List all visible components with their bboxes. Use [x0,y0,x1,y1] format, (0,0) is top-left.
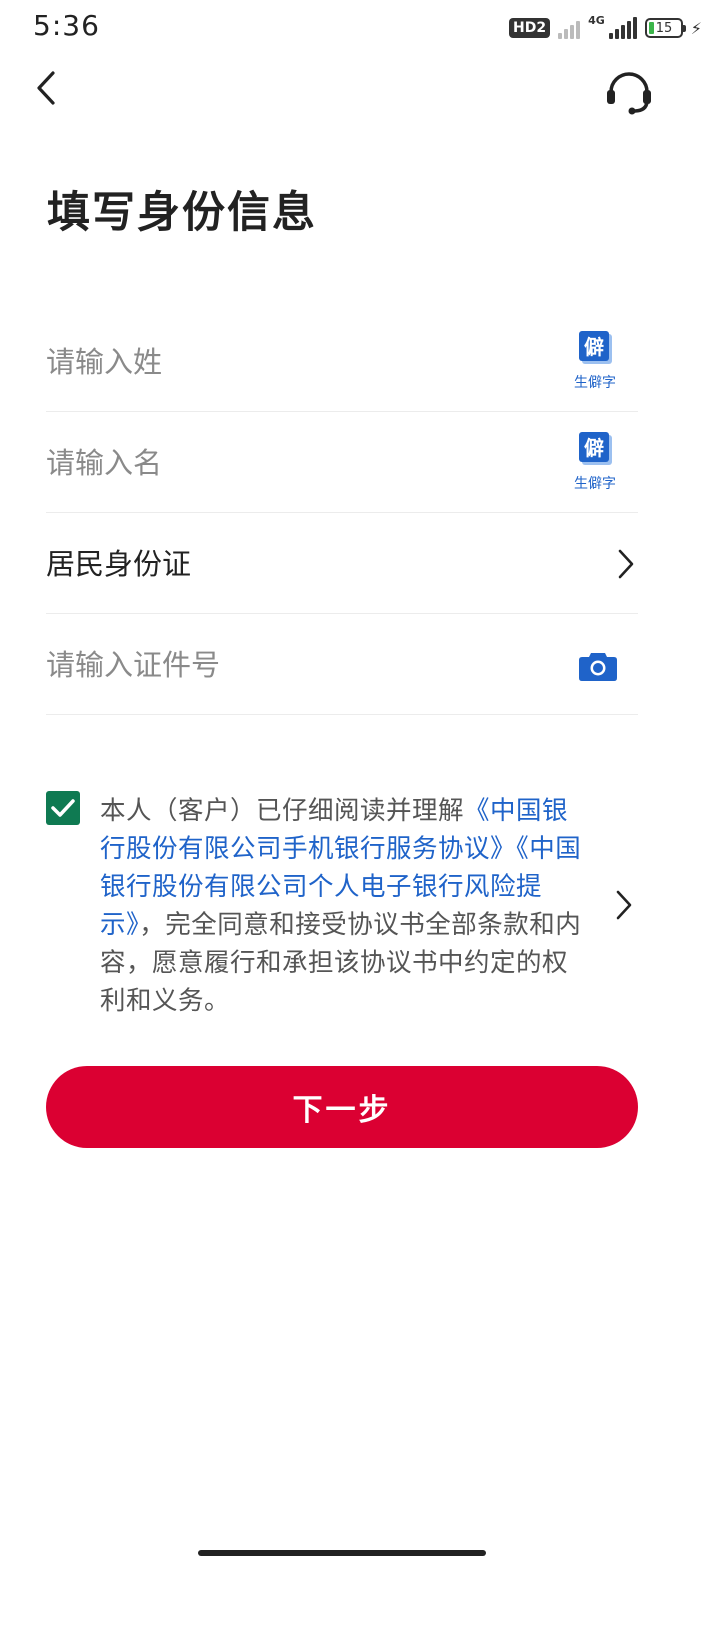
home-indicator[interactable] [198,1550,486,1556]
status-bar: 5:36 HD2 4G 15 ⚡ [0,0,720,56]
rare-character-label: 生僻字 [574,375,616,391]
rare-character-button-given-name[interactable]: 僻 生僻字 [570,431,620,497]
agreement-text: 本人（客户）已仔细阅读并理解《中国银行股份有限公司手机银行服务协议》《中国银行股… [100,792,590,1020]
rare-char-glyph: 僻 [584,335,604,359]
network-type: 4G [588,13,605,27]
page-title: 填写身份信息 [47,188,317,238]
hd-badge: HD2 [508,18,551,38]
rare-character-label: 生僻字 [574,476,616,492]
charging-icon: ⚡ [690,18,702,38]
id-type-value: 居民身份证 [46,547,192,581]
headset-icon [607,72,651,115]
rare-character-icon: 僻 [578,330,612,364]
battery-icon: 15 [644,18,686,38]
rare-char-glyph: 僻 [584,436,604,460]
agreement-checkbox[interactable] [46,791,80,825]
given-name-row: 僻 生僻字 [46,413,638,513]
id-number-row [46,615,638,715]
signal-sim2-icon [558,17,581,39]
surname-input[interactable] [46,312,526,412]
agreement-suffix: ，完全同意和接受协议书全部条款和内容，愿意履行和承担该协议书中约定的权利和义务。 [100,910,582,1016]
rare-character-button-surname[interactable]: 僻 生僻字 [570,330,620,396]
signal-sim1-icon [608,17,637,39]
next-step-button[interactable]: 下一步 [46,1066,638,1148]
status-time: 5:36 [33,9,100,42]
agreement-detail-chevron-icon[interactable] [614,889,634,921]
chevron-left-icon [37,71,55,105]
given-name-input[interactable] [46,413,526,513]
id-number-input[interactable] [46,615,526,715]
customer-service-button[interactable] [602,64,656,118]
checkmark-icon [51,799,75,817]
chevron-right-icon [618,549,634,579]
back-button[interactable] [26,64,66,112]
id-type-selector[interactable]: 居民身份证 [46,514,638,614]
camera-icon [579,653,617,681]
surname-row: 僻 生僻字 [46,312,638,412]
agreement-prefix: 本人（客户）已仔细阅读并理解 [100,796,465,826]
status-icons: HD2 4G 15 ⚡ [508,13,702,42]
scan-id-button[interactable] [578,650,618,682]
battery-level: 15 [655,20,673,36]
rare-character-icon: 僻 [578,431,612,465]
